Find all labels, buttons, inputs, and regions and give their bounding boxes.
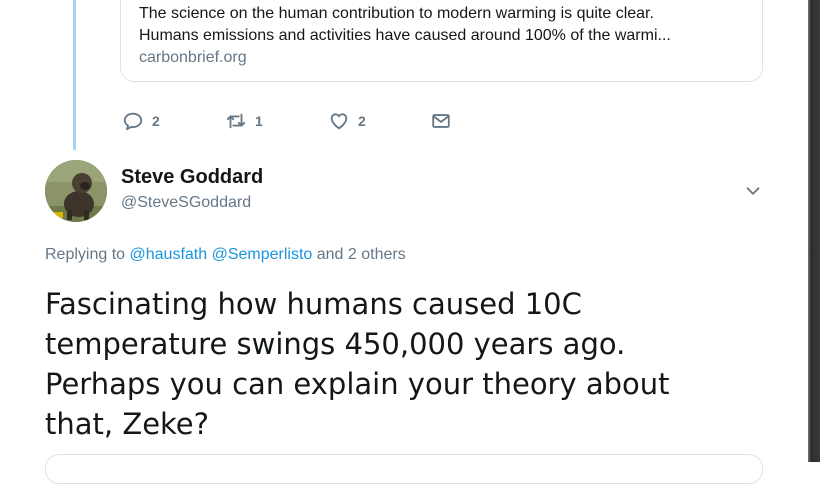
retweet-count: 1 xyxy=(255,113,263,129)
link-card-line: Humans emissions and activities have cau… xyxy=(139,27,671,44)
embedded-media-card[interactable] xyxy=(45,454,763,484)
avatar[interactable] xyxy=(45,160,107,222)
replying-to: Replying to @hausfath @Semperlisto and 2… xyxy=(45,246,406,264)
author-name[interactable]: Steve Goddard xyxy=(121,166,263,189)
tweet-text-line: Perhaps you can explain your theory abou… xyxy=(45,367,670,401)
link-card-description: The science on the human contribution to… xyxy=(139,3,671,47)
window-edge-shadow xyxy=(808,0,820,462)
mention-link[interactable]: @hausfath xyxy=(130,246,208,263)
replying-prefix: Replying to xyxy=(45,246,126,263)
retweet-button[interactable]: 1 xyxy=(225,110,263,132)
retweet-icon xyxy=(225,110,247,132)
tweet-text-line: temperature swings 450,000 years ago. xyxy=(45,327,626,361)
reply-button[interactable]: 2 xyxy=(122,110,160,132)
reply-icon xyxy=(122,110,144,132)
tweet-text-line: Fascinating how humans caused 10C xyxy=(45,287,582,321)
link-card-line: The science on the human contribution to… xyxy=(139,5,654,22)
reply-count: 2 xyxy=(152,113,160,129)
direct-message-icon xyxy=(430,110,452,132)
tweet-text: Fascinating how humans caused 10C temper… xyxy=(45,284,670,444)
thread-connector-line xyxy=(73,0,76,150)
tweet-text-line: that, Zeke? xyxy=(45,407,210,441)
like-count: 2 xyxy=(358,113,366,129)
author-handle[interactable]: @SteveSGoddard xyxy=(121,194,251,212)
like-button[interactable]: 2 xyxy=(328,110,366,132)
replying-suffix[interactable]: and 2 others xyxy=(317,246,406,263)
link-card-domain: carbonbrief.org xyxy=(139,49,247,66)
like-icon xyxy=(328,110,350,132)
mention-link[interactable]: @Semperlisto xyxy=(212,246,313,263)
direct-message-button[interactable] xyxy=(430,110,452,132)
link-preview-card[interactable]: The science on the human contribution to… xyxy=(120,0,763,82)
chevron-down-icon[interactable] xyxy=(742,180,764,202)
